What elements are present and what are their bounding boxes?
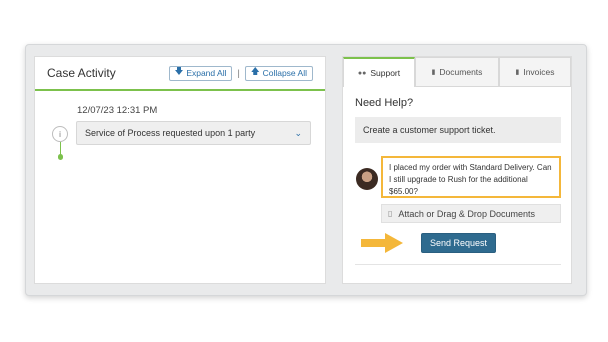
- support-panel: ●● Support ▮ Documents ▮ Invoices Need H…: [342, 56, 572, 284]
- support-body: Need Help? Create a customer support tic…: [343, 87, 571, 283]
- tab-support[interactable]: ●● Support: [343, 57, 415, 87]
- attach-label: Attach or Drag & Drop Documents: [398, 208, 535, 219]
- event-text: Service of Process requested upon 1 part…: [85, 128, 256, 138]
- collapse-all-button[interactable]: 🡅 Collapse All: [244, 65, 313, 81]
- paperclip-icon: ▯: [388, 209, 393, 218]
- message-input[interactable]: I placed my order with Standard Delivery…: [381, 156, 561, 198]
- avatar: [356, 168, 378, 190]
- create-ticket-label: Create a customer support ticket.: [355, 117, 561, 143]
- info-icon: i: [52, 126, 68, 142]
- attach-documents-dropzone[interactable]: ▯ Attach or Drag & Drop Documents: [381, 204, 561, 223]
- document-icon: ▮: [431, 69, 436, 76]
- case-activity-header: Case Activity 🡇 Expand All | 🡅 Collapse …: [35, 57, 325, 91]
- tab-documents-label: Documents: [439, 67, 483, 77]
- collapse-all-label: Collapse All: [262, 68, 307, 78]
- tab-support-label: Support: [370, 68, 401, 78]
- expand-all-label: Expand All: [186, 68, 227, 78]
- tab-invoices-label: Invoices: [523, 67, 555, 77]
- event-item[interactable]: Service of Process requested upon 1 part…: [76, 121, 311, 145]
- need-help-heading: Need Help?: [355, 97, 414, 109]
- arrow-down-icon: 🡇: [174, 66, 184, 76]
- expand-all-button[interactable]: 🡇 Expand All: [168, 65, 233, 81]
- invoice-icon: ▮: [515, 69, 520, 76]
- arrow-up-icon: 🡅: [250, 66, 260, 76]
- tab-documents[interactable]: ▮ Documents: [415, 57, 499, 87]
- event-date: 12/07/23 12:31 PM: [77, 105, 158, 116]
- timeline-dot: [57, 154, 63, 160]
- case-activity-title: Case Activity: [47, 66, 116, 80]
- tab-invoices[interactable]: ▮ Invoices: [499, 57, 571, 87]
- divider: [355, 264, 561, 265]
- header-separator: |: [237, 68, 240, 78]
- case-activity-panel: Case Activity 🡇 Expand All | 🡅 Collapse …: [34, 56, 326, 284]
- tab-bar: ●● Support ▮ Documents ▮ Invoices: [343, 57, 571, 87]
- people-icon: ●●: [357, 69, 367, 77]
- arrow-right-icon: [361, 233, 403, 253]
- chevron-down-icon[interactable]: ⌄: [294, 128, 302, 139]
- send-request-button[interactable]: Send Request: [421, 233, 496, 253]
